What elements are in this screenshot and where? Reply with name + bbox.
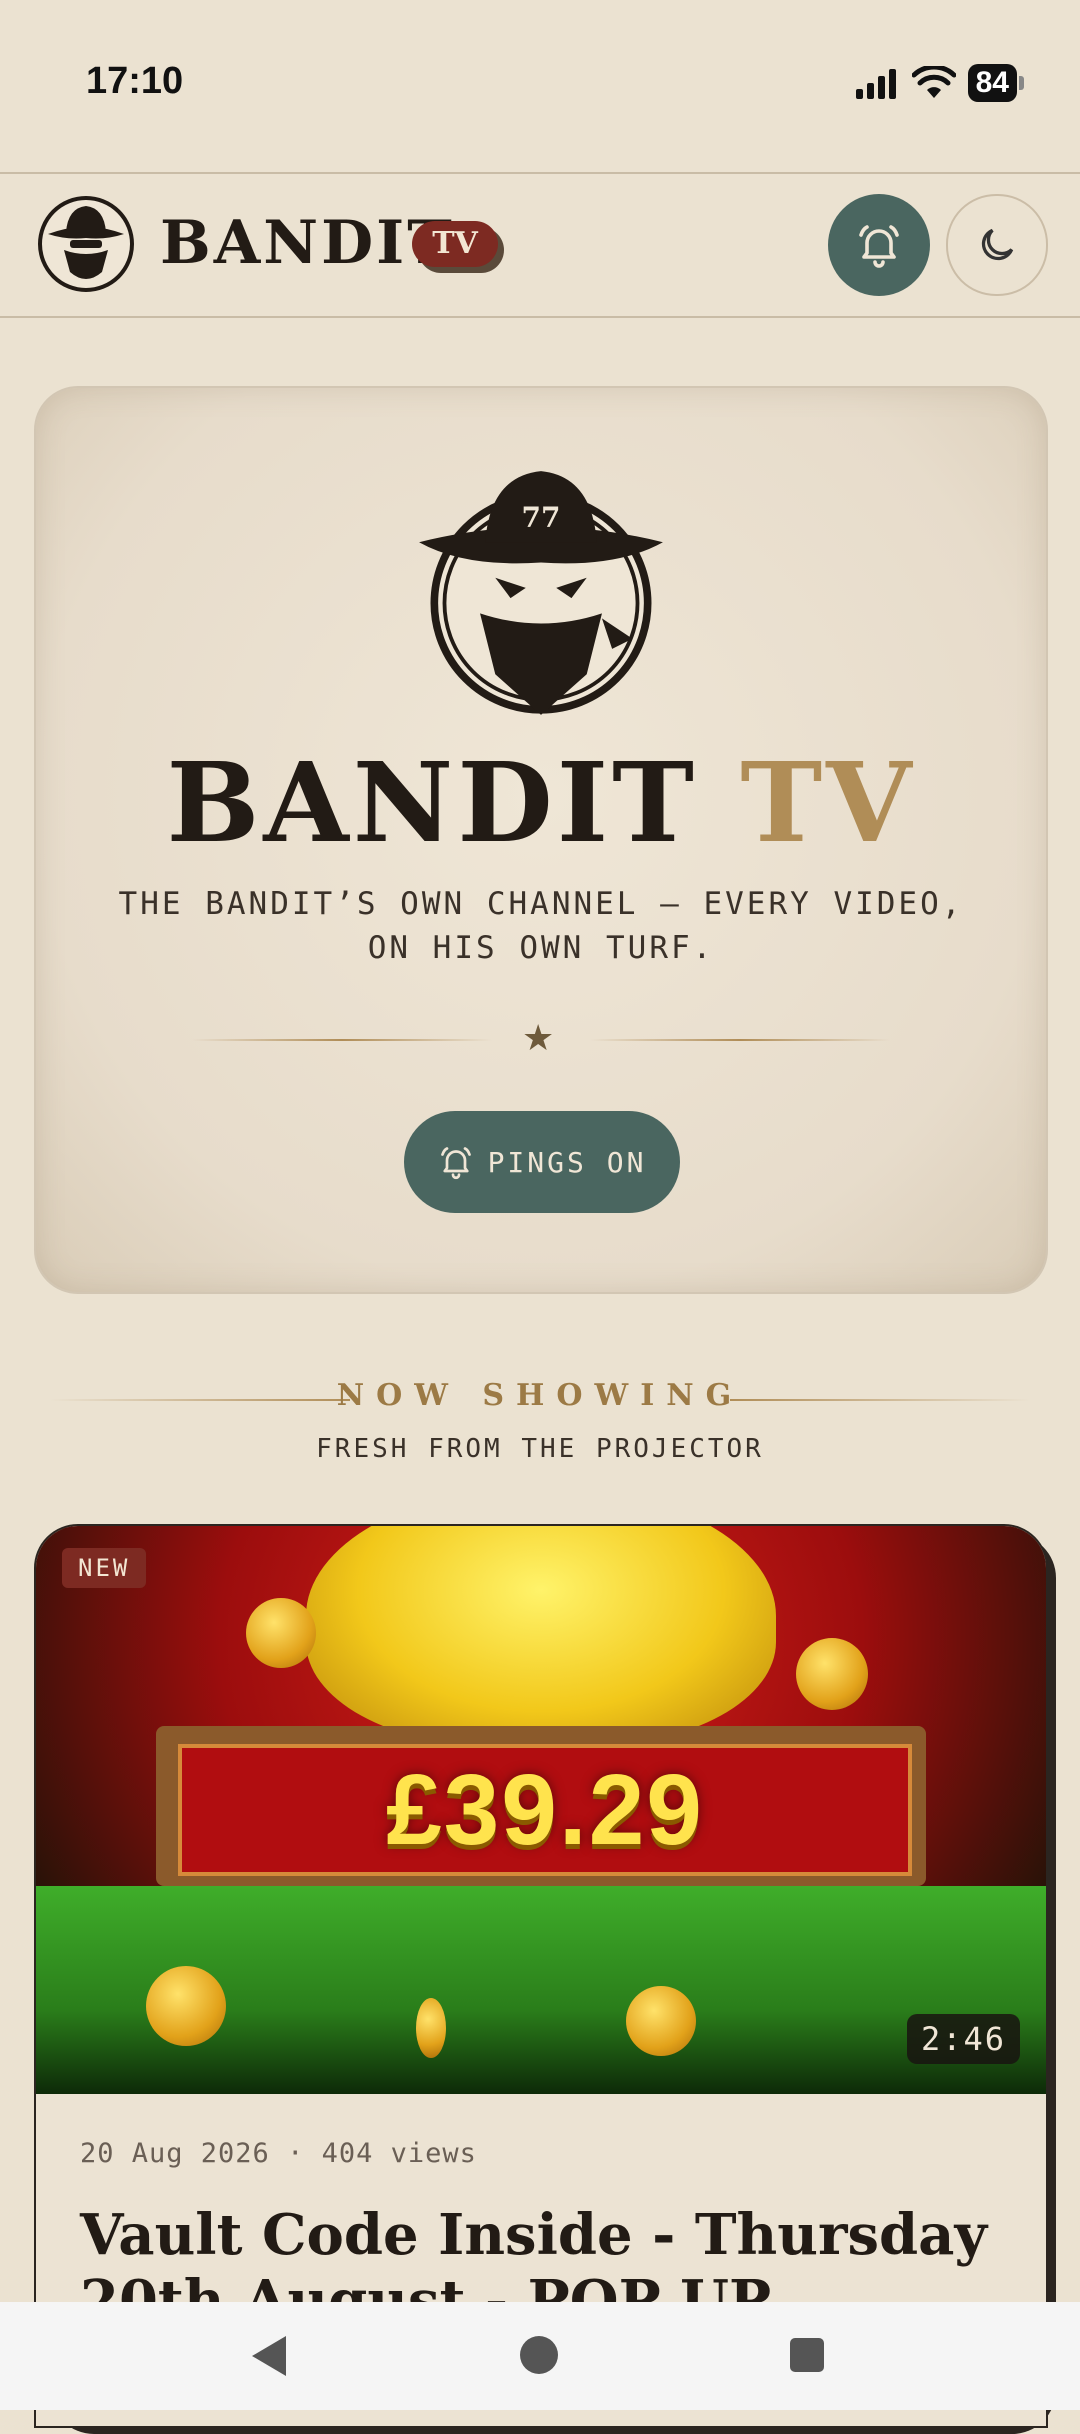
bell-icon [440,1147,471,1180]
hero-title-main: BANDIT [166,738,699,867]
moon-icon [981,228,1014,261]
thumbnail-coin [796,1638,868,1710]
theme-toggle-button[interactable] [946,194,1048,296]
back-icon[interactable] [252,2336,286,2376]
section-title: NOW SHOWING [336,1378,744,1413]
status-time: 17:10 [86,60,184,102]
hero-divider-left [192,1039,492,1041]
star-icon: ★ [522,1018,555,1059]
video-card[interactable]: £39.29 NEW 2:46 20 Aug 2026 · 404 views … [34,1524,1048,2428]
video-thumbnail[interactable]: £39.29 NEW 2:46 [36,1526,1046,2094]
video-duration: 2:46 [906,2014,1020,2064]
thumbnail-price: £39.29 [386,1753,704,1866]
signal-icon [855,69,896,99]
section-subtitle: FRESH FROM THE PROJECTOR [316,1434,764,1464]
hero-title: BANDIT TV [36,738,1046,867]
battery-icon: 84 [967,64,1024,102]
logo-text: 77 [522,501,561,534]
notifications-button[interactable] [828,194,930,296]
hero-tagline: THE BANDIT’S OWN CHANNEL — EVERY VIDEO, … [118,886,964,966]
thumbnail-honey-pot [306,1526,776,1746]
bell-icon [859,225,899,268]
thumbnail-coin [416,1998,446,2058]
recents-icon[interactable] [790,2338,824,2372]
app-header: BANDIT TV [0,172,1080,318]
wifi-icon [911,66,956,98]
status-icons: 84 [854,64,1024,102]
status-bar: 17:10 84 [0,0,1080,172]
thumbnail-coin [246,1598,316,1668]
brand-badge: TV [412,221,498,267]
new-badge: NEW [62,1548,147,1588]
thumbnail-coin [626,1986,696,2056]
thumbnail-coin [146,1966,226,2046]
bandit-logo-icon[interactable] [36,194,136,294]
thumbnail-price-box: £39.29 [178,1744,912,1876]
bandit-logo-large-icon: 77 [419,471,663,715]
home-icon[interactable] [520,2336,558,2374]
brand-name: BANDIT [160,208,455,278]
hero-title-accent: TV [740,738,916,867]
system-nav-bar [0,2302,1080,2410]
hero-card: 77 BANDIT TV THE BANDIT’S OWN CHANNEL — … [34,386,1048,1294]
pings-on-button[interactable]: PINGS ON [404,1111,680,1213]
video-meta: 20 Aug 2026 · 404 views [80,2138,477,2169]
hero-divider-right [590,1039,890,1041]
pings-on-label: PINGS ON [487,1145,647,1179]
battery-level: 84 [967,64,1017,102]
